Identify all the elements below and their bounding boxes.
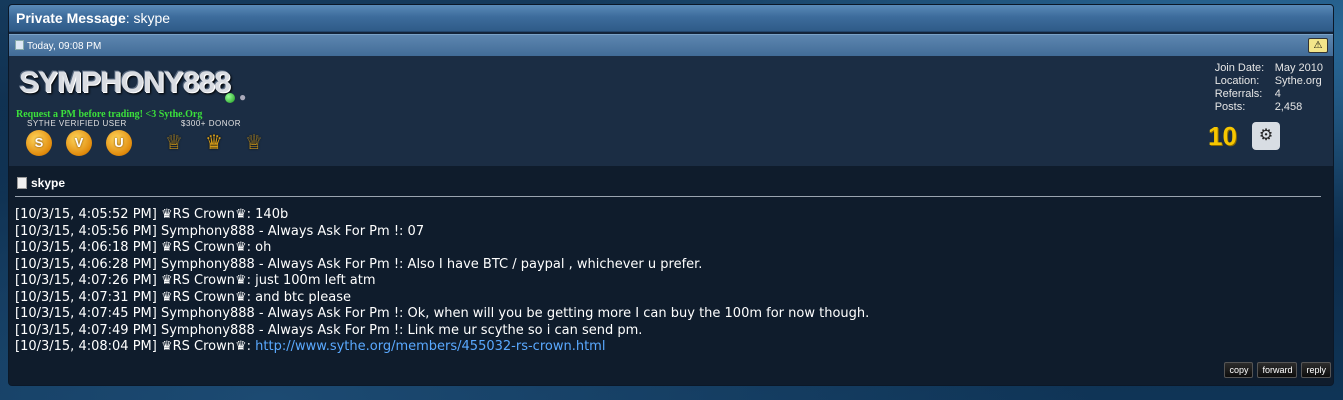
badge-group-1-label: SYTHE VERIFIED USER <box>27 119 127 128</box>
post-date-bar: Today, 09:08 PM ⚠ <box>9 34 1333 56</box>
message-body: skype [10/3/15, 4:05:52 PM] ♛RS Crown♛: … <box>9 166 1333 385</box>
report-button[interactable]: ⚠ <box>1308 38 1328 53</box>
steam-icon[interactable]: ⚙ <box>1252 122 1280 150</box>
message-line: [10/3/15, 4:06:18 PM] ♛RS Crown♛: oh <box>15 240 272 255</box>
verified-badge-v: V <box>66 130 92 156</box>
username[interactable]: SYMPHONY888 <box>19 66 231 100</box>
page-title: Private Message: skype <box>9 5 1333 32</box>
message-line: [10/3/15, 4:05:52 PM] ♛RS Crown♛: 140b <box>15 207 289 222</box>
message-line: [10/3/15, 4:06:28 PM] Symphony888 - Alwa… <box>15 256 703 272</box>
user-profile-icon[interactable]: ● <box>239 90 246 104</box>
message-line: [10/3/15, 4:07:49 PM] Symphony888 - Alwa… <box>15 322 643 338</box>
message-line: [10/3/15, 4:08:04 PM] ♛RS Crown♛: http:/… <box>15 339 869 356</box>
reply-button[interactable]: reply <box>1301 362 1331 378</box>
title-prefix: Private Message <box>16 10 126 26</box>
message-line: [10/3/15, 4:07:31 PM] ♛RS Crown♛: and bt… <box>15 289 351 305</box>
warning-icon: ⚠ <box>1313 40 1323 51</box>
post-date: Today, 09:08 PM <box>27 41 102 52</box>
badge-group-2-label: $300+ DONOR <box>181 119 241 128</box>
join-date-value: May 2010 <box>1274 62 1323 74</box>
pm-panel: Private Message: skype Today, 09:08 PM ⚠… <box>8 4 1334 386</box>
forward-button[interactable]: forward <box>1257 362 1298 378</box>
copy-button[interactable]: copy <box>1224 362 1254 378</box>
donor-badge-1-icon: ♕ <box>165 132 183 154</box>
join-date-label: Join Date: <box>1214 62 1265 74</box>
message-title-text: skype <box>31 176 66 190</box>
message-line: [10/3/15, 4:05:56 PM] Symphony888 - Alwa… <box>15 223 425 239</box>
message-actions: copy forward reply <box>1224 362 1331 378</box>
verified-badge-u: U <box>106 130 132 156</box>
posts-label: Posts: <box>1214 101 1246 113</box>
divider <box>15 196 1321 197</box>
title-suffix: : skype <box>125 10 171 26</box>
donor-badge-2-icon: ♛ <box>205 132 223 154</box>
donor-badge-3-icon: ♕ <box>245 132 263 154</box>
posts-value: 2,458 <box>1274 101 1303 113</box>
verified-badge-s: S <box>26 130 52 156</box>
user-stats: Join Date: May 2010 Location: Sythe.org Re… <box>1215 62 1323 114</box>
location-value: Sythe.org <box>1274 75 1322 87</box>
message-line: [10/3/15, 4:07:45 PM] Symphony888 - Alwa… <box>15 306 870 321</box>
location-label: Location: <box>1214 75 1260 87</box>
user-info-area: SYMPHONY888 ● Request a PM before tradin… <box>9 56 1333 166</box>
ten-years-award-icon[interactable]: 10 <box>1208 122 1238 150</box>
profile-link[interactable]: http://www.sythe.org/members/455032-rs-c… <box>255 339 605 354</box>
message-line: [10/3/15, 4:07:26 PM] ♛RS Crown♛: just 1… <box>15 273 376 288</box>
message-lines: [10/3/15, 4:05:52 PM] ♛RS Crown♛: 140b [… <box>15 207 869 356</box>
referrals-value: 4 <box>1274 88 1281 100</box>
document-icon <box>17 177 27 189</box>
message-title: skype <box>17 176 65 190</box>
online-status-icon <box>225 93 235 103</box>
referrals-label: Referrals: <box>1214 88 1263 100</box>
post-icon <box>15 40 24 50</box>
last-line-prefix: [10/3/15, 4:08:04 PM] ♛RS Crown♛: <box>15 339 256 354</box>
